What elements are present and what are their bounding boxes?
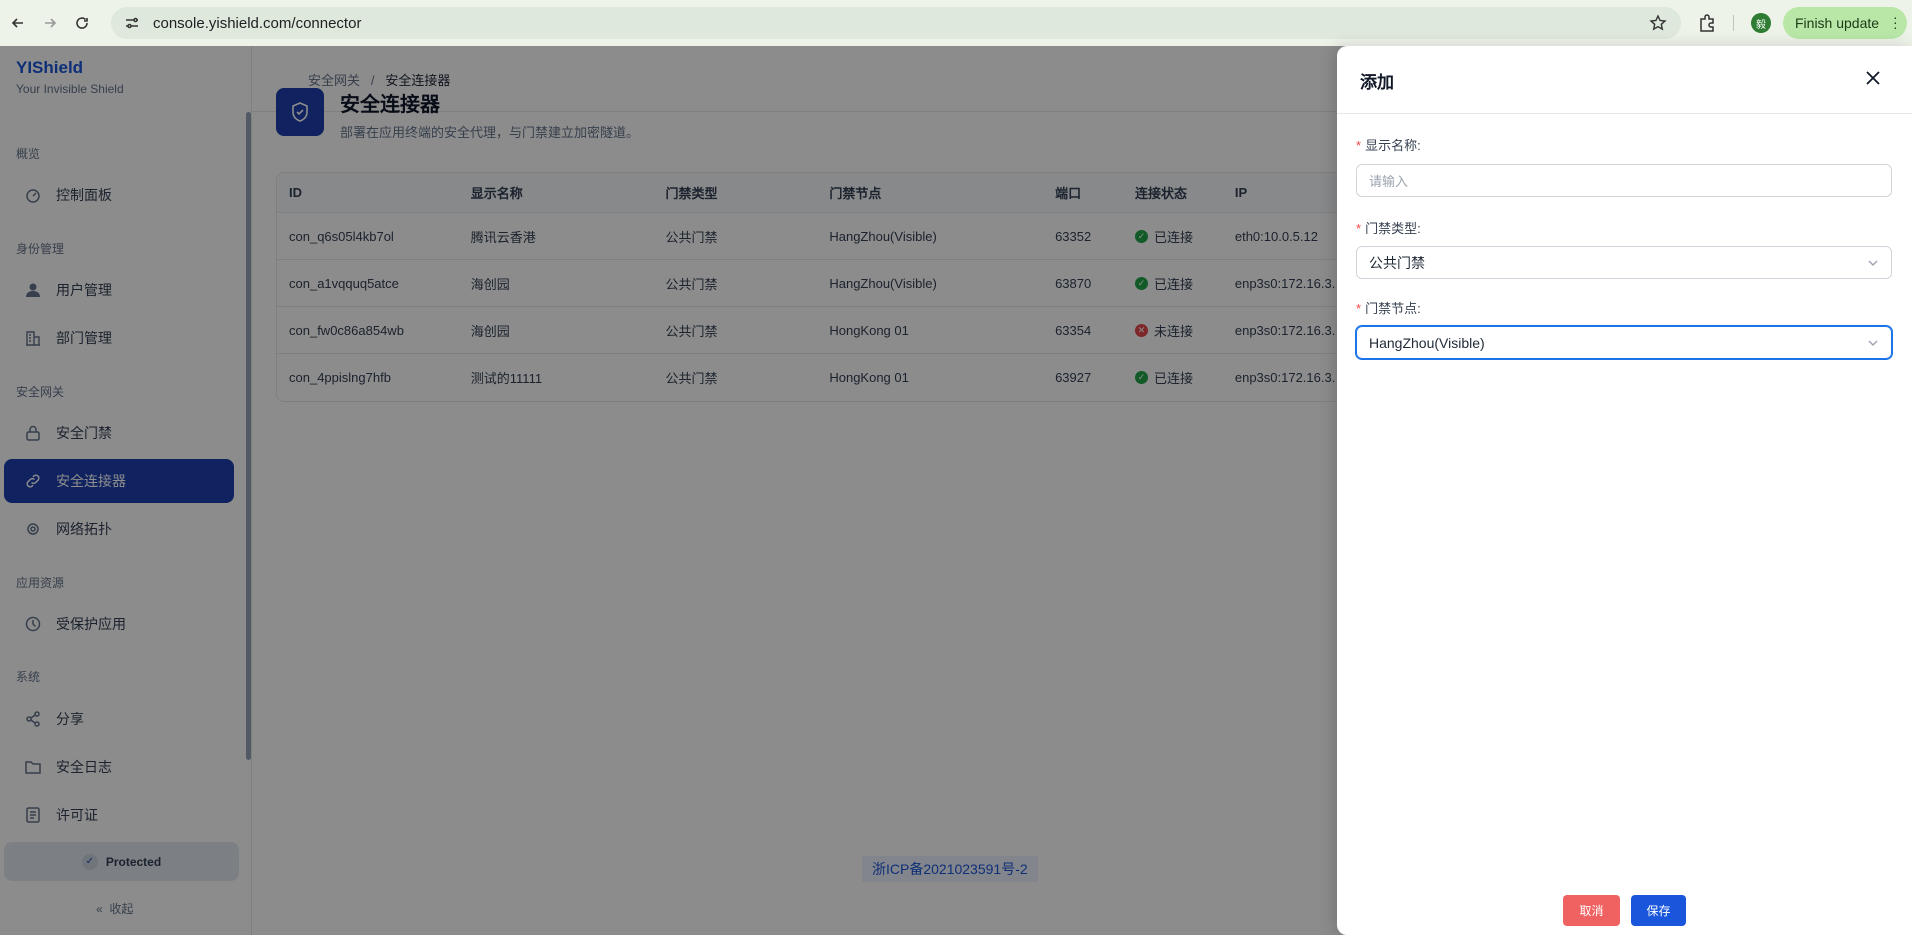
site-settings-icon[interactable] <box>123 14 141 32</box>
display-name-input[interactable]: 请输入 <box>1356 164 1892 197</box>
add-connector-drawer: 添加 * 显示名称: 请输入 * 门禁类型: 公共门禁 * 门禁节点: HangZho… <box>1337 46 1912 935</box>
finish-update-label: Finish update <box>1795 15 1880 31</box>
back-icon[interactable] <box>4 9 32 37</box>
gate-type-value: 公共门禁 <box>1369 254 1425 271</box>
url-text[interactable]: console.yishield.com/connector <box>153 15 361 32</box>
gate-type-label: * 门禁类型: <box>1356 221 1421 236</box>
extensions-icon[interactable] <box>1697 13 1717 33</box>
cancel-button[interactable]: 取消 <box>1563 895 1620 926</box>
reload-icon[interactable] <box>68 9 96 37</box>
chevron-down-icon <box>1868 260 1878 266</box>
gate-node-select[interactable]: HangZhou(Visible) <box>1356 326 1892 359</box>
bookmark-star-icon[interactable] <box>1649 14 1667 32</box>
display-name-label: * 显示名称: <box>1356 138 1421 153</box>
gate-node-label: * 门禁节点: <box>1356 301 1421 316</box>
close-icon[interactable] <box>1865 70 1881 86</box>
address-bar[interactable]: console.yishield.com/connector <box>111 7 1681 39</box>
chevron-down-icon <box>1868 340 1878 346</box>
browser-toolbar: console.yishield.com/connector 毅 Finish … <box>0 0 1912 46</box>
gate-type-select[interactable]: 公共门禁 <box>1356 246 1892 279</box>
profile-avatar[interactable]: 毅 <box>1751 13 1771 33</box>
drawer-divider <box>1337 113 1912 114</box>
toolbar-divider <box>1733 15 1734 31</box>
finish-update-button[interactable]: Finish update · · · <box>1783 7 1907 39</box>
more-menu-icon[interactable]: · · · <box>1893 10 1898 34</box>
save-button[interactable]: 保存 <box>1631 895 1686 926</box>
forward-icon[interactable] <box>36 9 64 37</box>
gate-node-value: HangZhou(Visible) <box>1369 334 1485 351</box>
drawer-title: 添加 <box>1360 73 1394 92</box>
